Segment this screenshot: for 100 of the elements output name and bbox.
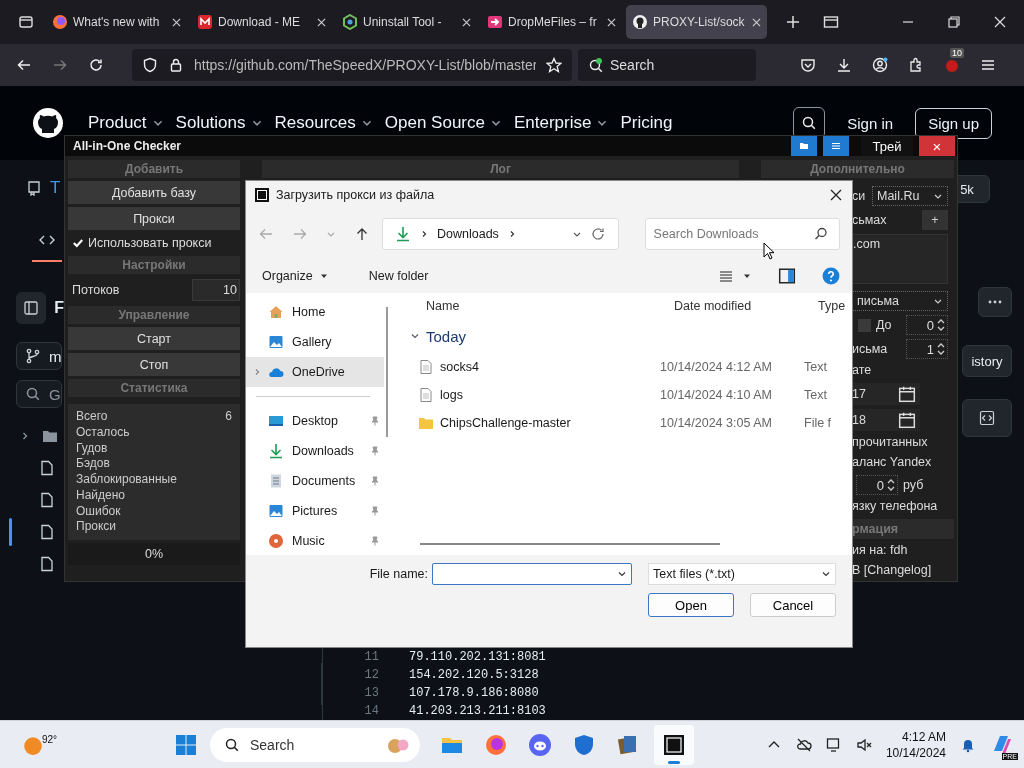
restore-icon[interactable]	[946, 14, 962, 30]
nav-menu-item[interactable]: Open Source	[384, 113, 502, 133]
cloud-icon[interactable]	[795, 736, 812, 753]
nav-menu-item[interactable]: Resources	[274, 113, 373, 133]
repo-name[interactable]: T	[50, 178, 61, 198]
help-icon[interactable]	[822, 267, 840, 285]
close-icon[interactable]	[607, 17, 616, 27]
file-icon[interactable]	[39, 556, 55, 572]
sidebar-toggle-button[interactable]	[16, 292, 47, 324]
nav-menu-item[interactable]: Product	[88, 113, 164, 133]
nav-item[interactable]: Home	[246, 297, 384, 327]
file-icon[interactable]	[39, 524, 55, 540]
account-icon[interactable]	[872, 57, 888, 73]
folder-icon[interactable]	[42, 428, 58, 444]
file-type-dropdown[interactable]: Text files (*.txt)	[648, 563, 836, 585]
nav-item[interactable]: Pictures	[246, 496, 384, 526]
pin-icon[interactable]	[370, 446, 380, 456]
taskbar-search[interactable]: Search	[210, 727, 420, 762]
nav-item[interactable]: Desktop	[246, 406, 384, 436]
shield-icon[interactable]	[142, 57, 158, 73]
collapse-icon[interactable]	[410, 331, 420, 341]
tab-list-icon[interactable]	[18, 14, 34, 30]
browser-tab[interactable]: PROXY-List/sock	[626, 5, 767, 39]
group-header[interactable]: Today	[426, 327, 467, 345]
branch-button[interactable]: m	[16, 342, 62, 370]
action-button[interactable]: Стоп	[68, 353, 240, 376]
search-field[interactable]: Search	[578, 49, 756, 81]
browser-tab[interactable]: What's new with	[46, 5, 187, 39]
close-icon[interactable]	[752, 17, 761, 27]
back-icon[interactable]	[16, 57, 32, 73]
nav-menu-item[interactable]: Enterprise	[514, 113, 609, 133]
checkbox[interactable]	[858, 318, 871, 332]
list-button[interactable]	[823, 136, 849, 156]
date-field[interactable]: 17	[852, 387, 866, 401]
date-field[interactable]: 18	[852, 413, 866, 427]
pin-icon[interactable]	[370, 416, 380, 426]
number-spinner[interactable]: 0	[906, 315, 948, 335]
download-icon[interactable]	[836, 57, 852, 73]
octocat-logo-icon[interactable]	[32, 107, 64, 139]
action-button[interactable]: Старт	[68, 327, 240, 350]
file-icon[interactable]	[39, 460, 55, 476]
new-tab-icon[interactable]	[785, 14, 801, 30]
column-header[interactable]: Type	[818, 299, 846, 313]
add-button[interactable]: +	[922, 210, 948, 230]
folder-button[interactable]	[791, 136, 817, 156]
nav-menu-item[interactable]: Solutions	[175, 113, 263, 133]
calendar-icon[interactable]	[898, 385, 916, 403]
menu-icon[interactable]	[980, 57, 996, 73]
nav-item[interactable]: Music	[246, 526, 384, 555]
close-icon[interactable]	[317, 17, 326, 27]
sign-in-link[interactable]: Sign in	[847, 114, 894, 132]
action-button[interactable]: Прокси	[68, 207, 240, 230]
checkbox[interactable]	[72, 237, 84, 249]
close-icon[interactable]	[172, 17, 181, 27]
monitor-icon[interactable]	[825, 736, 842, 753]
pocket-icon[interactable]	[800, 57, 816, 73]
list-view-icon[interactable]	[718, 268, 734, 284]
number-spinner[interactable]: 1	[906, 339, 948, 359]
browser-tab[interactable]: Download - ME	[191, 5, 332, 39]
reload-icon[interactable]	[88, 57, 104, 73]
pin-icon[interactable]	[370, 506, 380, 516]
history-button[interactable]: istory	[962, 345, 1012, 377]
file-row[interactable]: socks4 10/14/2024 4:12 AM Text	[404, 353, 852, 381]
extensions-icon[interactable]	[908, 57, 924, 73]
nav-item[interactable]: Documents	[246, 466, 384, 496]
nav-item[interactable]: OneDrive	[246, 357, 384, 387]
search-field[interactable]: Search Downloads	[644, 218, 840, 250]
browser-icon[interactable]	[484, 732, 508, 757]
start-icon[interactable]	[174, 732, 198, 757]
column-header[interactable]: Name	[404, 299, 674, 313]
pin-icon[interactable]	[370, 476, 380, 486]
threads-field[interactable]: 10	[192, 279, 240, 301]
cancel-button[interactable]: Cancel	[750, 593, 836, 617]
search-field[interactable]: G	[16, 380, 62, 408]
forward-icon[interactable]	[52, 57, 68, 73]
column-header[interactable]: Date modified	[674, 299, 818, 313]
preview-pane-icon[interactable]	[778, 267, 796, 285]
file-name-field[interactable]	[432, 563, 632, 585]
chevron-icon[interactable]	[20, 431, 30, 441]
nav-item[interactable]: Gallery	[246, 327, 384, 357]
action-button[interactable]: Добавить базу	[68, 181, 240, 204]
text-area[interactable]: .com	[852, 234, 948, 284]
app-icon[interactable]	[662, 732, 686, 757]
service-dropdown[interactable]: Mail.Ru	[872, 186, 948, 206]
nav-item[interactable]: Downloads	[246, 436, 384, 466]
close-icon[interactable]	[462, 17, 471, 27]
pin-icon[interactable]	[370, 536, 380, 546]
file-icon[interactable]	[39, 492, 55, 508]
calendar-icon[interactable]	[898, 411, 916, 429]
address-bar[interactable]: Downloads	[382, 218, 619, 250]
organize-button[interactable]: Organize	[256, 268, 335, 284]
number-spinner[interactable]: 0	[856, 475, 898, 495]
browser-tab[interactable]: Uninstall Tool -	[336, 5, 477, 39]
file-row[interactable]: logs 10/14/2024 4:10 AM Text	[404, 381, 852, 409]
close-button[interactable]: ×	[919, 136, 955, 156]
tray-button[interactable]: Трей	[861, 136, 913, 156]
close-icon[interactable]	[992, 14, 1008, 30]
nav-menu-item[interactable]: Pricing	[620, 113, 673, 133]
code-view-button[interactable]	[962, 399, 1012, 437]
more-options-button[interactable]	[978, 287, 1012, 317]
